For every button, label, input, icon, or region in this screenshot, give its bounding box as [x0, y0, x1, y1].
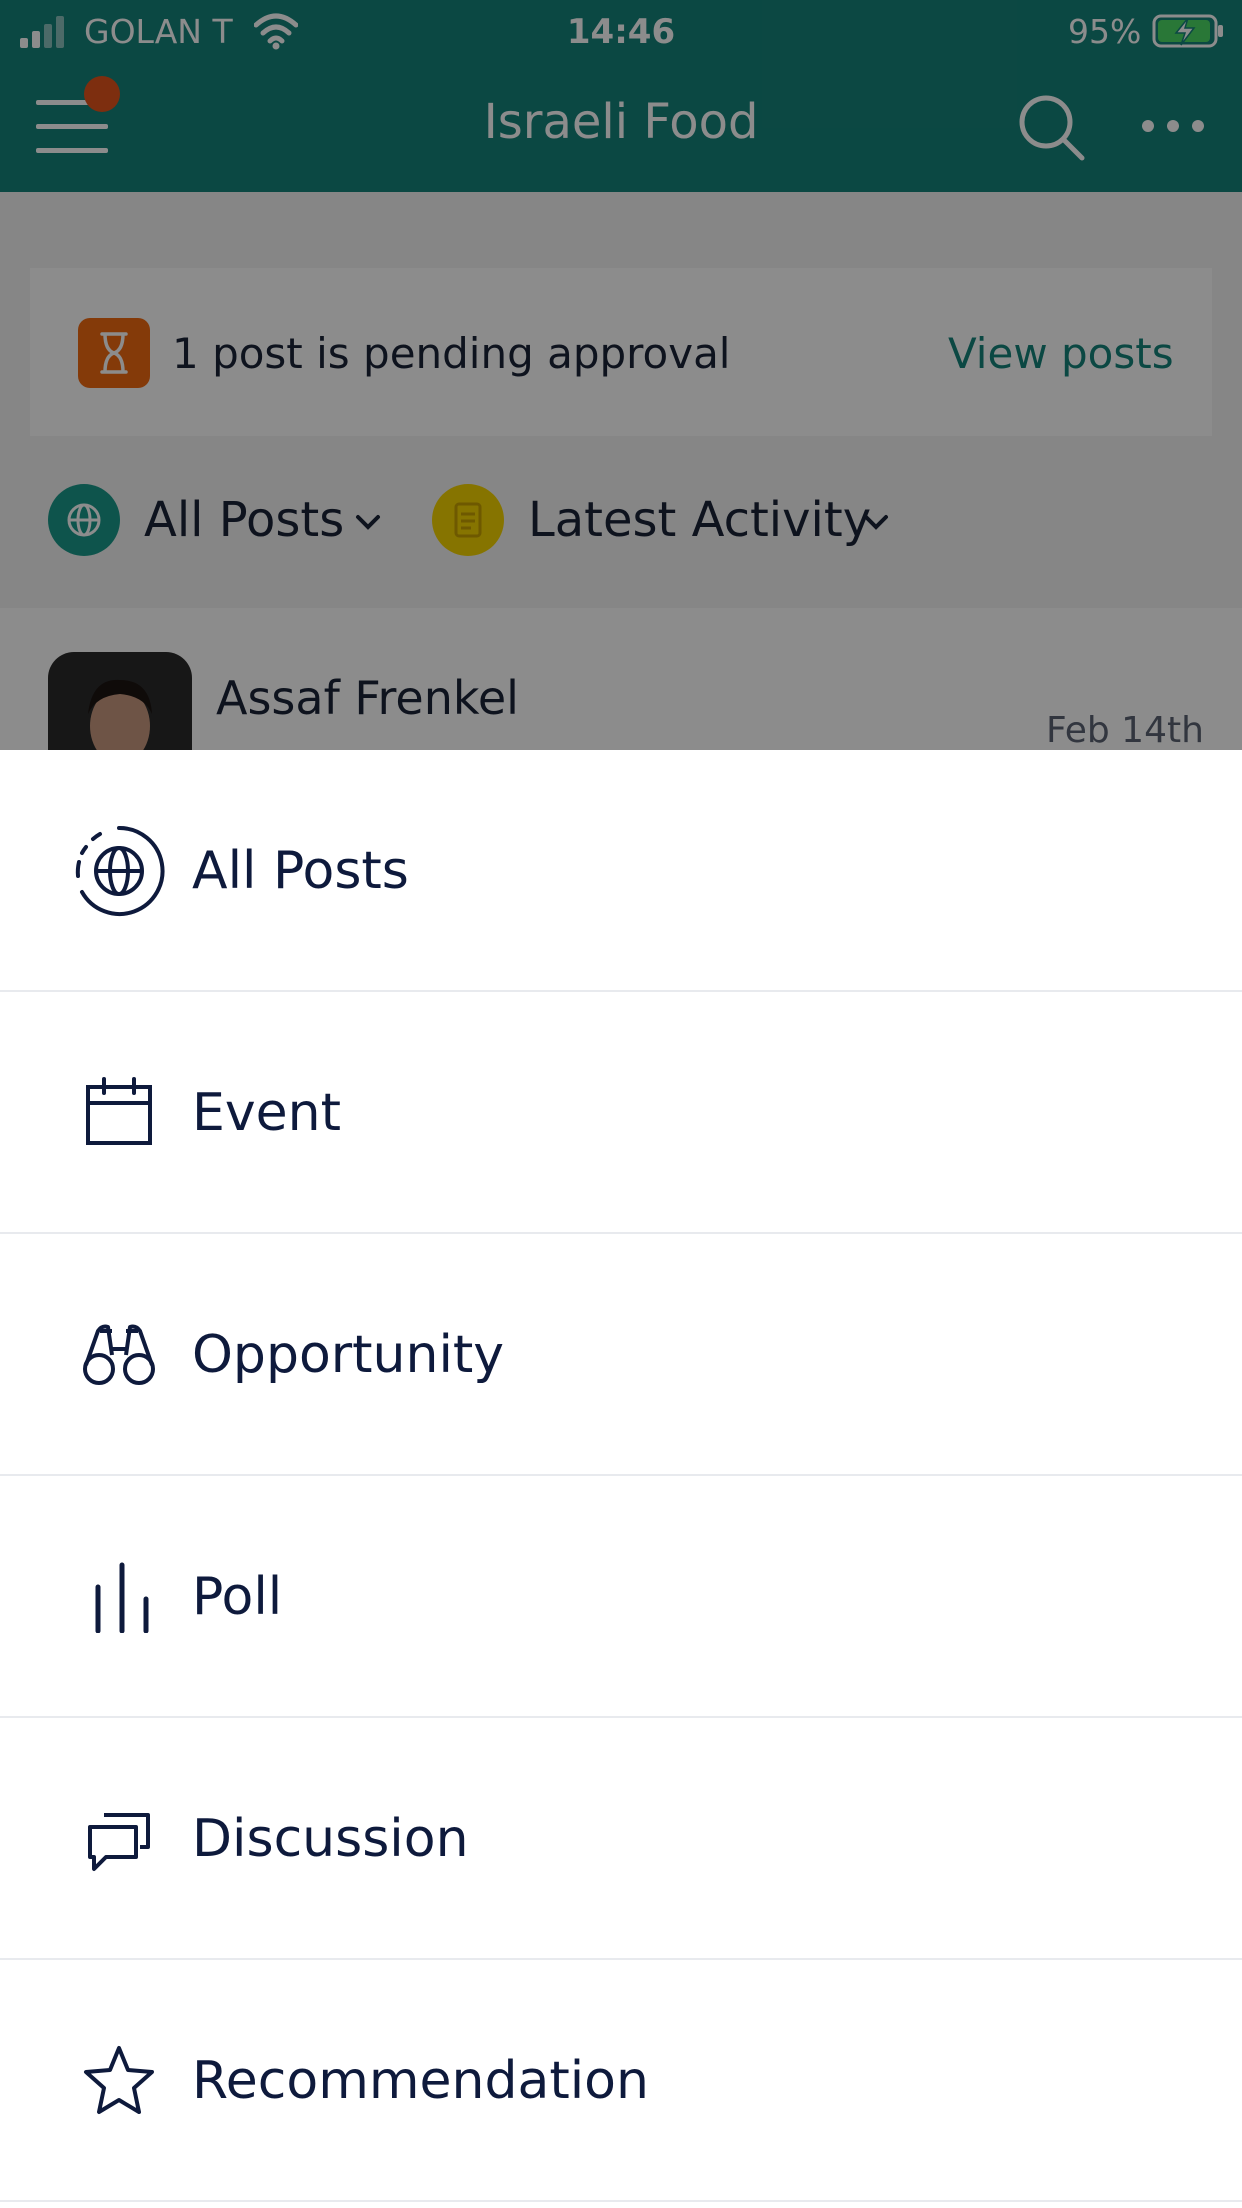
menu-item-label: Discussion — [192, 1809, 469, 1869]
calendar-icon — [72, 1077, 166, 1149]
menu-item-poll[interactable]: Poll — [0, 1476, 1242, 1718]
menu-item-label: Event — [192, 1083, 341, 1143]
menu-item-label: Recommendation — [192, 2051, 649, 2111]
globe-icon — [72, 825, 166, 916]
menu-item-label: Poll — [192, 1567, 283, 1627]
menu-item-label: Opportunity — [192, 1325, 505, 1385]
star-icon — [72, 2045, 166, 2117]
chat-bubbles-icon — [72, 1803, 166, 1875]
menu-item-event[interactable]: Event — [0, 992, 1242, 1234]
menu-item-recommendation[interactable]: Recommendation — [0, 1960, 1242, 2202]
dim-overlay[interactable] — [0, 0, 1242, 750]
post-type-sheet: All Posts Event Opportunity Poll Discuss… — [0, 750, 1242, 2208]
menu-item-discussion[interactable]: Discussion — [0, 1718, 1242, 1960]
menu-item-all-posts[interactable]: All Posts — [0, 750, 1242, 992]
menu-item-opportunity[interactable]: Opportunity — [0, 1234, 1242, 1476]
poll-icon — [72, 1561, 166, 1634]
binoculars-icon — [72, 1319, 166, 1391]
menu-item-label: All Posts — [192, 841, 409, 901]
